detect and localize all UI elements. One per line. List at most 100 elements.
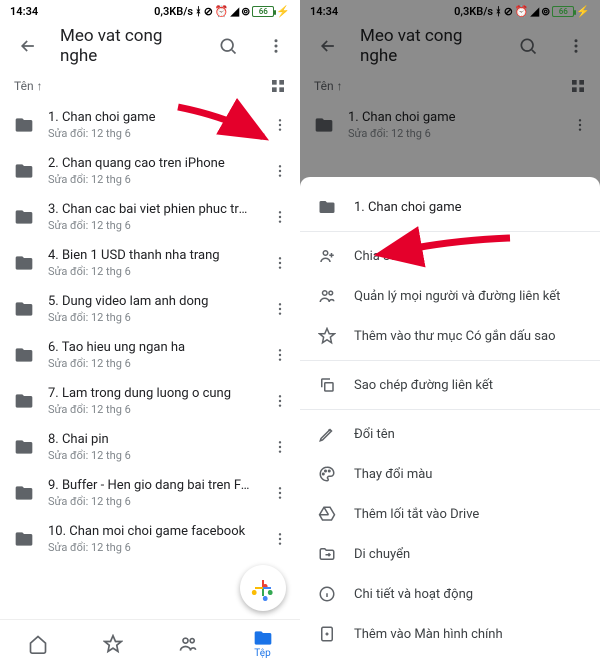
file-name: 4. Bien 1 USD thanh nha trang xyxy=(48,248,252,263)
file-name: 1. Chan choi game xyxy=(48,110,252,125)
sheet-item-people[interactable]: Quản lý mọi người và đường liên kết xyxy=(300,276,600,316)
file-item[interactable]: 4. Bien 1 USD thanh nha trang Sửa đổi: 12… xyxy=(0,240,300,286)
file-more-button[interactable] xyxy=(266,163,294,179)
file-modified: Sửa đổi: 12 thg 6 xyxy=(48,265,252,278)
file-more-button[interactable] xyxy=(266,485,294,501)
overflow-button[interactable] xyxy=(560,30,592,62)
file-item[interactable]: 1. Chan choi game Sửa đổi: 12 thg 6 xyxy=(0,102,300,148)
file-modified: Sửa đổi: 12 thg 6 xyxy=(48,219,252,232)
file-more-button[interactable] xyxy=(266,117,294,133)
dnd-icon: ⊘ xyxy=(504,5,513,18)
nav-home[interactable] xyxy=(18,634,58,654)
file-more-button[interactable] xyxy=(566,117,594,133)
copy-icon xyxy=(318,376,336,394)
bottom-nav: Tệp xyxy=(0,619,300,667)
file-modified: Sửa đổi: 12 thg 6 xyxy=(48,495,252,508)
sheet-item-label: Thêm vào Màn hình chính xyxy=(354,627,503,642)
file-more-button[interactable] xyxy=(266,347,294,363)
sheet-item-label: Thêm lối tắt vào Drive xyxy=(354,507,479,522)
back-button[interactable] xyxy=(12,30,44,62)
file-item[interactable]: 3. Chan cac bai viet phien phuc tren f..… xyxy=(0,194,300,240)
sort-row[interactable]: Tên ↑ xyxy=(0,70,300,102)
dnd-icon: ⊘ xyxy=(204,5,213,18)
file-name: 7. Lam trong dung luong o cung xyxy=(48,386,252,401)
file-modified: Sửa đổi: 12 thg 6 xyxy=(48,357,252,370)
alarm-icon: ⏰ xyxy=(515,5,529,18)
status-right: 0,3KB/s ᚼ ⊘ ⏰ ◢ ⊚ 66 ⚡ xyxy=(154,5,290,18)
file-item[interactable]: 9. Buffer - Hen gio dang bai tren Face..… xyxy=(0,470,300,516)
folder-icon xyxy=(14,253,34,273)
status-bar: 14:34 0,3KB/s ᚼ ⊘ ⏰ ◢ ⊚ 66 ⚡ xyxy=(300,0,600,22)
folder-icon xyxy=(14,207,34,227)
file-item[interactable]: 8. Chai pinSửa đổi: 12 thg 6 xyxy=(0,424,300,470)
folder-icon xyxy=(14,437,34,457)
move-icon xyxy=(318,545,336,563)
palette-icon xyxy=(318,465,336,483)
folder-icon xyxy=(14,161,34,181)
sheet-item-person-plus[interactable]: Chia sẻ xyxy=(300,236,600,276)
sheet-item-label: Sao chép đường liên kết xyxy=(354,378,493,393)
status-time: 14:34 xyxy=(10,5,38,18)
file-item[interactable]: 6. Tao hieu ung ngan haSửa đổi: 12 thg 6 xyxy=(0,332,300,378)
alarm-icon: ⏰ xyxy=(215,5,229,18)
sheet-item-drive[interactable]: Thêm lối tắt vào Drive xyxy=(300,494,600,534)
sheet-item-copy[interactable]: Sao chép đường liên kết xyxy=(300,365,600,405)
nav-starred[interactable] xyxy=(93,634,133,654)
wifi-icon: ⊚ xyxy=(241,5,250,18)
sheet-item-palette[interactable]: Thay đổi màu xyxy=(300,454,600,494)
bluetooth-icon: ᚼ xyxy=(195,5,202,18)
search-button[interactable] xyxy=(212,30,244,62)
back-button[interactable] xyxy=(312,30,344,62)
file-modified: Sửa đổi: 12 thg 6 xyxy=(48,127,252,140)
sheet-item-info[interactable]: Chi tiết và hoạt động xyxy=(300,574,600,614)
file-item[interactable]: 5. Dung video lam anh dongSửa đổi: 12 th… xyxy=(0,286,300,332)
sheet-item-edit[interactable]: Đổi tên xyxy=(300,414,600,454)
file-more-button[interactable] xyxy=(266,209,294,225)
view-grid-icon[interactable] xyxy=(570,78,586,94)
sheet-item-label: Thay đổi màu xyxy=(354,467,432,482)
file-item[interactable]: 1. Chan choi game Sửa đổi: 12 thg 6 xyxy=(300,102,600,148)
sort-label: Tên ↑ xyxy=(314,79,343,93)
file-modified: Sửa đổi: 12 thg 6 xyxy=(48,403,252,416)
sheet-item-move[interactable]: Di chuyển xyxy=(300,534,600,574)
sheet-item-label: Di chuyển xyxy=(354,547,410,562)
status-net: 0,3KB/s xyxy=(454,5,493,18)
file-more-button[interactable] xyxy=(266,255,294,271)
page-title: Meo vat cong nghe xyxy=(60,26,196,66)
sheet-header-title: 1. Chan choi game xyxy=(354,200,462,215)
phone-left: 14:34 0,3KB/s ᚼ ⊘ ⏰ ◢ ⊚ 66 ⚡ Meo vat con… xyxy=(0,0,300,667)
drive-icon xyxy=(318,505,336,523)
sort-row[interactable]: Tên ↑ xyxy=(300,70,600,102)
phone-right: 14:34 0,3KB/s ᚼ ⊘ ⏰ ◢ ⊚ 66 ⚡ Meo vat con… xyxy=(300,0,600,667)
signal-icon: ◢ xyxy=(531,5,539,18)
folder-icon xyxy=(314,115,334,135)
nav-shared[interactable] xyxy=(168,634,208,654)
folder-icon xyxy=(318,198,336,216)
home-plus-icon xyxy=(318,625,336,643)
status-right: 0,3KB/s ᚼ ⊘ ⏰ ◢ ⊚ 66 ⚡ xyxy=(454,5,590,18)
file-more-button[interactable] xyxy=(266,393,294,409)
fab-add[interactable]: •••• xyxy=(240,565,286,611)
overflow-button[interactable] xyxy=(260,30,292,62)
sheet-item-star[interactable]: Thêm vào thư mục Có gắn dấu sao xyxy=(300,316,600,356)
nav-files[interactable]: Tệp xyxy=(243,628,283,659)
app-bar: Meo vat cong nghe xyxy=(0,22,300,70)
folder-icon xyxy=(14,299,34,319)
view-grid-icon[interactable] xyxy=(270,78,286,94)
sheet-item-trash[interactable]: Xóa xyxy=(300,654,600,667)
file-item[interactable]: 10. Chan moi choi game facebookSửa đổi: … xyxy=(0,516,300,562)
sheet-item-label: Đổi tên xyxy=(354,427,395,442)
info-icon xyxy=(318,585,336,603)
search-button[interactable] xyxy=(512,30,544,62)
folder-icon xyxy=(14,529,34,549)
file-item[interactable]: 7. Lam trong dung luong o cung Sửa đổi: 1… xyxy=(0,378,300,424)
file-item[interactable]: 2. Chan quang cao tren iPhoneSửa đổi: 12… xyxy=(0,148,300,194)
status-time: 14:34 xyxy=(310,5,338,18)
battery-icon: 66 xyxy=(252,6,274,17)
sheet-item-home-plus[interactable]: Thêm vào Màn hình chính xyxy=(300,614,600,654)
status-bar: 14:34 0,3KB/s ᚼ ⊘ ⏰ ◢ ⊚ 66 ⚡ xyxy=(0,0,300,22)
file-more-button[interactable] xyxy=(266,301,294,317)
file-list: 1. Chan choi game Sửa đổi: 12 thg 6 2. Cha… xyxy=(0,102,300,619)
file-more-button[interactable] xyxy=(266,439,294,455)
file-more-button[interactable] xyxy=(266,531,294,547)
